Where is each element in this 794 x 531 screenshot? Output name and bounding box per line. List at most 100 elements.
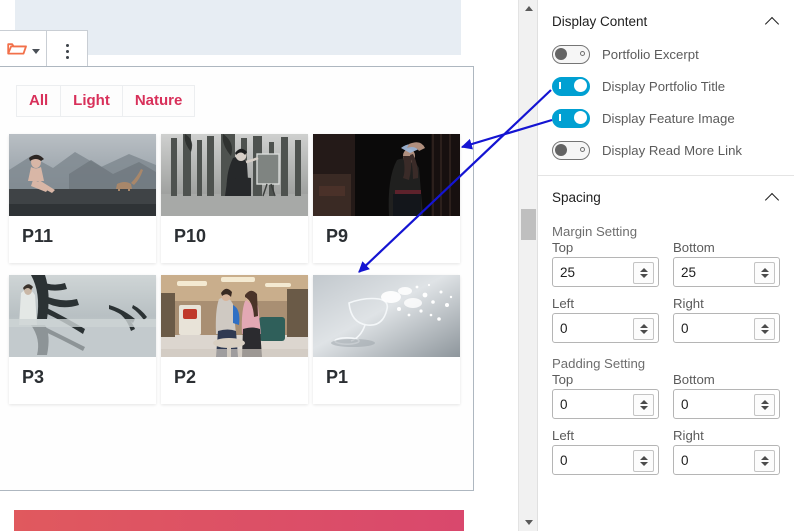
portfolio-card[interactable]: P1 <box>313 275 460 404</box>
field-padding-right: Right 0 <box>673 428 780 475</box>
portfolio-thumbnail-p9[interactable] <box>313 134 460 216</box>
toggle-label: Display Feature Image <box>602 110 735 126</box>
toggle-row-portfolio-excerpt[interactable]: Portfolio Excerpt <box>552 38 780 70</box>
toggle-display-read-more-link[interactable] <box>552 140 590 160</box>
portfolio-card-title: P10 <box>174 226 207 246</box>
field-label: Top <box>552 240 574 255</box>
portfolio-thumbnail-p11[interactable] <box>9 134 156 216</box>
spinner-buttons[interactable] <box>633 450 654 472</box>
field-padding-left: Left 0 <box>552 428 659 475</box>
block-type-button[interactable] <box>0 31 47 71</box>
portfolio-card-title: P1 <box>326 367 349 387</box>
spinner-buttons[interactable] <box>633 394 654 416</box>
padding-right-input[interactable]: 0 <box>673 445 780 475</box>
field-label: Right <box>673 428 704 443</box>
panel-title: Display Content <box>552 13 648 29</box>
field-label: Left <box>552 428 574 443</box>
field-margin-bottom: Bottom 25 <box>673 240 780 287</box>
spinner-buttons[interactable] <box>754 450 775 472</box>
padding-left-right-fields: Left 0 Right 0 <box>552 428 780 475</box>
field-label: Top <box>552 372 574 387</box>
panel-header-spacing[interactable]: Spacing <box>552 176 780 214</box>
portfolio-thumbnail-p3[interactable] <box>9 275 156 357</box>
field-label: Left <box>552 296 574 311</box>
padding-left-input[interactable]: 0 <box>552 445 659 475</box>
margin-left-input[interactable]: 0 <box>552 313 659 343</box>
input-value: 25 <box>560 264 576 280</box>
margin-top-bottom-fields: Top 25 Bottom 25 <box>552 240 780 287</box>
spinner-buttons[interactable] <box>754 262 775 284</box>
toggle-display-feature-image[interactable] <box>552 108 590 128</box>
portfolio-card[interactable]: P11 <box>9 134 156 263</box>
portfolio-card-title: P3 <box>22 367 45 387</box>
portfolio-card-title: P2 <box>174 367 197 387</box>
field-padding-bottom: Bottom 0 <box>673 372 780 419</box>
spinner-buttons[interactable] <box>754 394 775 416</box>
padding-top-bottom-fields: Top 0 Bottom 0 <box>552 372 780 419</box>
input-value: 25 <box>681 264 697 280</box>
group-label-margin-setting: Margin Setting <box>552 224 638 239</box>
portfolio-thumbnail-p2[interactable] <box>161 275 308 357</box>
toggle-display-portfolio-title[interactable] <box>552 76 590 96</box>
input-value: 0 <box>560 320 568 336</box>
padding-top-input[interactable]: 0 <box>552 389 659 419</box>
vertical-dots-icon <box>65 43 69 59</box>
toggle-row-display-portfolio-title[interactable]: Display Portfolio Title <box>552 70 780 102</box>
field-margin-left: Left 0 <box>552 296 659 343</box>
block-settings-sidebar: Display Content Portfolio Excerpt Displa… <box>537 0 794 531</box>
panel-display-content: Display Content Portfolio Excerpt Displa… <box>538 0 794 166</box>
panel-title: Spacing <box>552 189 601 205</box>
margin-left-right-fields: Left 0 Right 0 <box>552 296 780 343</box>
toggle-portfolio-excerpt[interactable] <box>552 44 590 64</box>
chevron-up-icon[interactable] <box>766 190 780 204</box>
input-value: 0 <box>560 396 568 412</box>
spinner-buttons[interactable] <box>633 318 654 340</box>
margin-right-input[interactable]: 0 <box>673 313 780 343</box>
toggle-label: Display Read More Link <box>602 142 742 158</box>
editor-vertical-scrollbar[interactable] <box>518 0 537 531</box>
spinner-buttons[interactable] <box>754 318 775 340</box>
filter-button-all[interactable]: All <box>16 85 61 117</box>
group-label-padding-setting: Padding Setting <box>552 356 646 371</box>
more-options-button[interactable] <box>47 31 87 71</box>
field-padding-top: Top 0 <box>552 372 659 419</box>
portfolio-block-content: All Light Nature P11 P10 P9 P3 P2 P1 <box>0 66 474 491</box>
toggle-row-display-read-more-link[interactable]: Display Read More Link <box>552 134 780 166</box>
filter-button-nature[interactable]: Nature <box>121 85 196 117</box>
portfolio-filter-bar: All Light Nature <box>16 85 196 117</box>
field-margin-right: Right 0 <box>673 296 780 343</box>
next-block-color-band <box>14 510 464 531</box>
field-label: Bottom <box>673 372 715 387</box>
panel-header-display-content[interactable]: Display Content <box>552 0 780 38</box>
margin-bottom-input[interactable]: 25 <box>673 257 780 287</box>
toggle-label: Display Portfolio Title <box>602 78 726 94</box>
scroll-up-arrow-icon[interactable] <box>519 0 538 17</box>
portfolio-thumbnail-p1[interactable] <box>313 275 460 357</box>
input-value: 0 <box>560 452 568 468</box>
open-folder-icon <box>5 39 29 64</box>
toggle-label: Portfolio Excerpt <box>602 46 699 62</box>
padding-bottom-input[interactable]: 0 <box>673 389 780 419</box>
chevron-up-icon[interactable] <box>766 14 780 28</box>
block-editor-canvas: All Light Nature P11 P10 P9 P3 P2 P1 <box>0 0 518 531</box>
portfolio-card[interactable]: P9 <box>313 134 460 263</box>
field-margin-top: Top 25 <box>552 240 659 287</box>
scrollbar-thumb[interactable] <box>521 209 536 240</box>
margin-top-input[interactable]: 25 <box>552 257 659 287</box>
caret-down-icon[interactable] <box>32 48 40 54</box>
input-value: 0 <box>681 396 689 412</box>
scroll-down-arrow-icon[interactable] <box>519 514 538 531</box>
spinner-buttons[interactable] <box>633 262 654 284</box>
portfolio-thumbnail-p10[interactable] <box>161 134 308 216</box>
portfolio-grid-row: P11 P10 P9 <box>9 134 464 263</box>
portfolio-card[interactable]: P3 <box>9 275 156 404</box>
toggle-row-display-feature-image[interactable]: Display Feature Image <box>552 102 780 134</box>
panel-spacing: Spacing Margin Setting Top 25 Bottom 25 <box>538 176 794 475</box>
input-value: 0 <box>681 452 689 468</box>
portfolio-card-title: P9 <box>326 226 349 246</box>
portfolio-card-title: P11 <box>22 226 54 246</box>
filter-button-light[interactable]: Light <box>60 85 122 117</box>
portfolio-card[interactable]: P10 <box>161 134 308 263</box>
field-label: Bottom <box>673 240 715 255</box>
portfolio-card[interactable]: P2 <box>161 275 308 404</box>
